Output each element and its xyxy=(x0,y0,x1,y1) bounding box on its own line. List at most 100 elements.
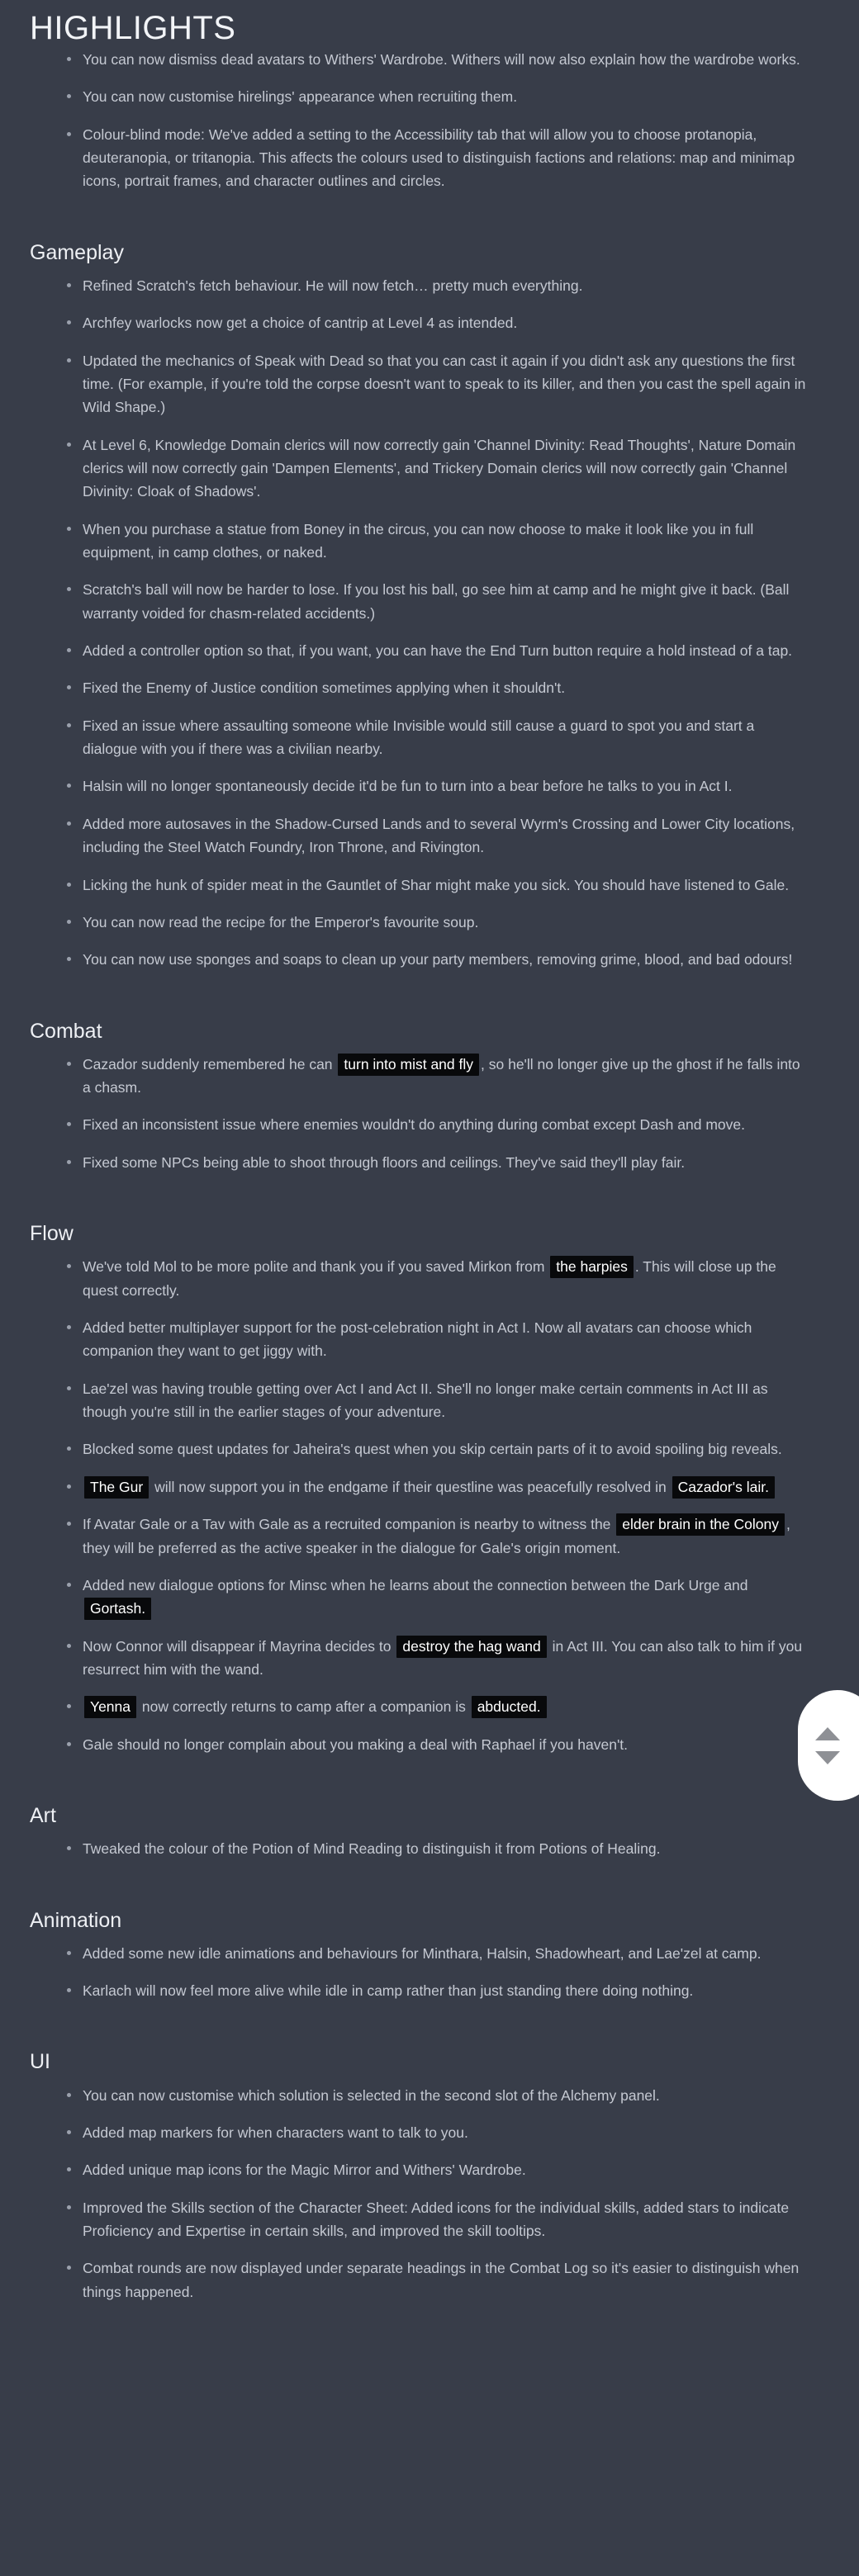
section: UI You can now customise which solution i… xyxy=(0,2016,829,2318)
list-item-text: If Avatar Gale or a Tav with Gale as a r… xyxy=(83,1516,615,1533)
list-item: Fixed the Enemy of Justice condition som… xyxy=(0,676,829,713)
list-item-text: You can now dismiss dead avatars to With… xyxy=(83,51,800,68)
list-item: Added new dialogue options for Minsc whe… xyxy=(0,1574,829,1635)
list-item: Colour-blind mode: We've added a setting… xyxy=(0,123,829,207)
spoiler-text[interactable]: Gortash. xyxy=(84,1598,152,1621)
list-item-text: Updated the mechanics of Speak with Dead… xyxy=(83,352,806,416)
spoiler-text[interactable]: elder brain in the Colony xyxy=(616,1513,785,1537)
list-item-text: Improved the Skills section of the Chara… xyxy=(83,2199,790,2240)
spoiler-text[interactable]: destroy the hag wand xyxy=(396,1635,547,1658)
list-item-text: Refined Scratch's fetch behaviour. He wi… xyxy=(83,277,583,294)
list-item: Combat rounds are now displayed under se… xyxy=(0,2256,829,2318)
section-list: Cazador suddenly remembered he can turn … xyxy=(0,1053,829,1188)
list-item: Added a controller option so that, if yo… xyxy=(0,639,829,676)
list-item: Scratch's ball will now be harder to los… xyxy=(0,578,829,639)
list-item-text: Fixed some NPCs being able to shoot thro… xyxy=(83,1153,686,1171)
list-item-text: Tweaked the colour of the Potion of Mind… xyxy=(83,1840,661,1858)
list-item: Tweaked the colour of the Potion of Mind… xyxy=(0,1837,829,1874)
spoiler-text[interactable]: The Gur xyxy=(84,1475,149,1499)
spoiler-text[interactable]: Yenna xyxy=(84,1696,136,1719)
list-item: Licking the hunk of spider meat in the G… xyxy=(0,874,829,911)
list-item-text: will now support you in the endgame if t… xyxy=(150,1478,671,1495)
section: Art Tweaked the colour of the Potion of M… xyxy=(0,1770,829,1875)
list-item: Fixed an issue where assaulting someone … xyxy=(0,714,829,775)
list-item: Added unique map icons for the Magic Mir… xyxy=(0,2158,829,2195)
list-item-text: Now Connor will disappear if Mayrina dec… xyxy=(83,1637,396,1655)
scroll-up-icon[interactable] xyxy=(815,1726,840,1740)
spoiler-text[interactable]: abducted. xyxy=(471,1696,547,1719)
list-item-text: Added map markers for when characters wa… xyxy=(83,2124,468,2142)
list-item: You can now customise which solution is … xyxy=(0,2084,829,2121)
list-item: You can now customise hirelings' appeara… xyxy=(0,85,829,122)
section-list: Added some new idle animations and behav… xyxy=(0,1942,829,2017)
list-item-text: Added some new idle animations and behav… xyxy=(83,1944,762,1962)
list-item: Updated the mechanics of Speak with Dead… xyxy=(0,349,829,433)
list-item-text: Cazador suddenly remembered he can xyxy=(83,1055,337,1073)
list-item-text: Gale should no longer complain about you… xyxy=(83,1735,629,1753)
list-item-text: Archfey warlocks now get a choice of can… xyxy=(83,315,518,332)
list-item: The Gur will now support you in the endg… xyxy=(0,1475,829,1513)
list-item: Yenna now correctly returns to camp afte… xyxy=(0,1695,829,1732)
list-item-text: You can now customise hirelings' appeara… xyxy=(83,88,518,106)
scroll-down-icon[interactable] xyxy=(815,1750,840,1764)
list-item-text: Licking the hunk of spider meat in the G… xyxy=(83,876,790,893)
list-item: Blocked some quest updates for Jaheira's… xyxy=(0,1437,829,1475)
list-item-text: You can now use sponges and soaps to cle… xyxy=(83,951,793,968)
list-item: At Level 6, Knowledge Domain clerics wil… xyxy=(0,433,829,518)
list-item-text: You can now customise which solution is … xyxy=(83,2086,660,2104)
section-list: Refined Scratch's fetch behaviour. He wi… xyxy=(0,274,829,986)
section-heading: UI xyxy=(30,2050,50,2074)
list-item: We've told Mol to be more polite and tha… xyxy=(0,1255,829,1316)
section-heading: Flow xyxy=(30,1222,74,1246)
section-heading: Combat xyxy=(30,1019,102,1043)
scroll-widget[interactable] xyxy=(798,1690,859,1801)
list-item: Cazador suddenly remembered he can turn … xyxy=(0,1053,829,1114)
list-item-text: Fixed an issue where assaulting someone … xyxy=(83,717,755,758)
list-item: Refined Scratch's fetch behaviour. He wi… xyxy=(0,274,829,311)
section-list: We've told Mol to be more polite and tha… xyxy=(0,1255,829,1770)
list-item: If Avatar Gale or a Tav with Gale as a r… xyxy=(0,1513,829,1574)
list-item-text: Fixed an inconsistent issue where enemie… xyxy=(83,1116,745,1134)
list-item-text: At Level 6, Knowledge Domain clerics wil… xyxy=(83,436,796,500)
list-item-text: Karlach will now feel more alive while i… xyxy=(83,1982,694,2000)
section-heading: Art xyxy=(30,1803,56,1827)
list-item: Lae'zel was having trouble getting over … xyxy=(0,1377,829,1438)
spoiler-text[interactable]: Cazador's lair. xyxy=(672,1475,775,1499)
list-item: Improved the Skills section of the Chara… xyxy=(0,2196,829,2257)
list-item: Karlach will now feel more alive while i… xyxy=(0,1979,829,2016)
list-item: When you purchase a statue from Boney in… xyxy=(0,518,829,579)
list-item-text: Lae'zel was having trouble getting over … xyxy=(83,1380,768,1421)
list-item-text: Blocked some quest updates for Jaheira's… xyxy=(83,1441,782,1458)
list-item-text: now correctly returns to camp after a co… xyxy=(138,1698,470,1716)
list-item-text: Scratch's ball will now be harder to los… xyxy=(83,581,790,622)
list-item-text: Combat rounds are now displayed under se… xyxy=(83,2260,800,2300)
list-item: Added map markers for when characters wa… xyxy=(0,2121,829,2158)
sections-container: Gameplay Refined Scratch's fetch behaviou… xyxy=(0,207,829,2318)
section: Gameplay Refined Scratch's fetch behaviou… xyxy=(0,207,829,986)
list-item: Added better multiplayer support for the… xyxy=(0,1316,829,1377)
section-heading: Animation xyxy=(30,1908,122,1932)
section-list: Tweaked the colour of the Potion of Mind… xyxy=(0,1837,829,1874)
list-item-text: Fixed the Enemy of Justice condition som… xyxy=(83,680,566,697)
section-list: You can now customise which solution is … xyxy=(0,2084,829,2318)
list-item: Added more autosaves in the Shadow-Curse… xyxy=(0,812,829,874)
list-item-text: We've told Mol to be more polite and tha… xyxy=(83,1258,549,1276)
list-item: Halsin will no longer spontaneously deci… xyxy=(0,774,829,812)
list-item: Added some new idle animations and behav… xyxy=(0,1942,829,1979)
spoiler-text[interactable]: turn into mist and fly xyxy=(338,1053,480,1076)
list-item-text: Added better multiplayer support for the… xyxy=(83,1319,752,1360)
list-item-text: Colour-blind mode: We've added a setting… xyxy=(83,125,795,190)
list-item: Gale should no longer complain about you… xyxy=(0,1733,829,1770)
section: Flow We've told Mol to be more polite and… xyxy=(0,1188,829,1770)
list-item: You can now use sponges and soaps to cle… xyxy=(0,948,829,985)
list-item: Fixed an inconsistent issue where enemie… xyxy=(0,1113,829,1150)
list-item-text: When you purchase a statue from Boney in… xyxy=(83,520,754,561)
list-item-text: Added unique map icons for the Magic Mir… xyxy=(83,2162,526,2179)
section-heading: Gameplay xyxy=(30,240,124,264)
changelog-page: HIGHLIGHTS You can now dismiss dead avat… xyxy=(0,0,859,2576)
list-item: Archfey warlocks now get a choice of can… xyxy=(0,311,829,348)
list-item: Fixed some NPCs being able to shoot thro… xyxy=(0,1151,829,1188)
list-item-text: Halsin will no longer spontaneously deci… xyxy=(83,778,733,795)
spoiler-text[interactable]: the harpies xyxy=(550,1256,634,1279)
highlights-list: You can now dismiss dead avatars to With… xyxy=(0,48,829,207)
